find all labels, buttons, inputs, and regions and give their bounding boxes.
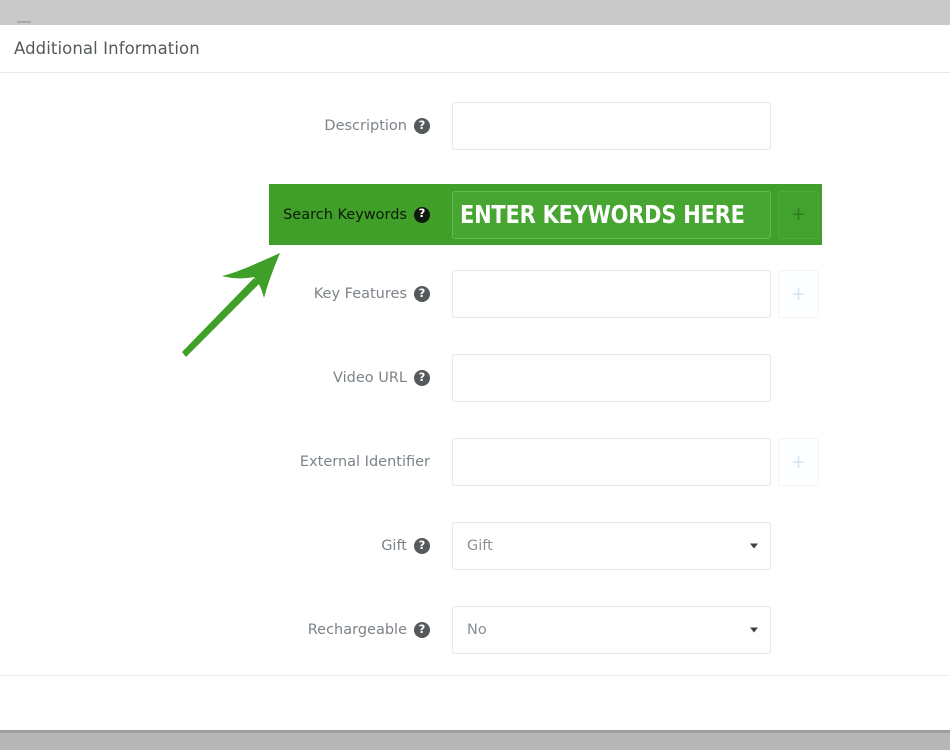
field-wrapper-search-keywords: ENTER KEYWORDS HERE + [452, 190, 819, 239]
field-label-text: Search Keywords [283, 206, 407, 223]
field-label-description: Description? [0, 100, 430, 152]
additional-information-card: Additional Information Description? Searc… [0, 25, 950, 730]
chevron-down-icon [750, 543, 758, 549]
field-wrapper-gift: Gift [452, 522, 819, 570]
select-value: No [467, 622, 487, 638]
select-value: Gift [467, 538, 493, 554]
field-label-text: Rechargeable [307, 622, 407, 638]
window-bottom-chrome [0, 730, 950, 750]
field-wrapper-external-identifier: + [452, 438, 819, 486]
input-search-keywords[interactable]: ENTER KEYWORDS HERE [452, 190, 771, 239]
add-search-keywords-button[interactable]: + [778, 190, 819, 239]
field-label-key-features: Key Features? [0, 268, 430, 320]
app-screen: Additional Information Description? Searc… [0, 0, 950, 750]
select-rechargeable[interactable]: No [452, 606, 771, 654]
chevron-down-icon [750, 627, 758, 633]
help-icon-glyph: ? [418, 369, 426, 384]
window-top-chrome [0, 0, 950, 25]
page-title: Additional Information [14, 39, 200, 58]
help-icon-glyph: ? [418, 537, 426, 552]
field-label-gift: Gift? [0, 520, 430, 572]
help-icon[interactable]: ? [414, 286, 430, 302]
help-icon[interactable]: ? [414, 118, 430, 134]
plus-icon: + [790, 203, 807, 225]
form-row-key-features: Key Features? + [0, 268, 950, 320]
field-label-text: External Identifier [299, 454, 430, 470]
field-wrapper-key-features: + [452, 270, 819, 318]
help-icon-glyph: ? [418, 117, 426, 132]
field-label-rechargeable: Rechargeable? [0, 604, 430, 656]
form-row-description: Description? [0, 100, 950, 152]
field-label-video-url: Video URL? [0, 352, 430, 404]
form-row-external-identifier: External Identifier + [0, 436, 950, 488]
field-label-search-keywords: Search Keywords? [0, 184, 430, 245]
help-icon[interactable]: ? [414, 538, 430, 554]
card-header: Additional Information [0, 25, 950, 73]
form-row-video-url: Video URL? [0, 352, 950, 404]
input-description[interactable] [452, 102, 771, 150]
form-row-gift: Gift? Gift [0, 520, 950, 572]
field-label-text: Video URL [332, 370, 407, 386]
field-wrapper-description [452, 102, 819, 150]
field-wrapper-video-url [452, 354, 819, 402]
field-wrapper-rechargeable: No [452, 606, 819, 654]
field-label-text: Key Features [313, 286, 407, 302]
add-key-features-button[interactable]: + [778, 270, 819, 318]
card-footer [0, 675, 950, 730]
help-icon[interactable]: ? [414, 622, 430, 638]
input-video-url[interactable] [452, 354, 771, 402]
plus-icon: + [790, 282, 807, 305]
plus-icon: + [790, 450, 807, 473]
form-row-rechargeable: Rechargeable? No [0, 604, 950, 656]
help-icon[interactable]: ? [414, 206, 430, 223]
select-gift[interactable]: Gift [452, 522, 771, 570]
help-icon-glyph: ? [418, 621, 426, 636]
input-key-features[interactable] [452, 270, 771, 318]
form-body: Description? Search Keywords? ENTER KEYWOR… [0, 73, 950, 675]
field-label-text: Gift [381, 538, 407, 554]
add-external-identifier-button[interactable]: + [778, 438, 819, 486]
cut-off-element-remnant [17, 21, 31, 23]
help-icon-glyph: ? [418, 285, 426, 300]
annotation-callout-text: ENTER KEYWORDS HERE [460, 200, 745, 229]
help-icon-glyph: ? [418, 206, 426, 221]
field-label-external-identifier: External Identifier [0, 436, 430, 488]
field-label-text: Description [324, 118, 407, 134]
input-external-identifier[interactable] [452, 438, 771, 486]
form-row-search-keywords: Search Keywords? ENTER KEYWORDS HERE + [0, 184, 950, 245]
help-icon[interactable]: ? [414, 370, 430, 386]
